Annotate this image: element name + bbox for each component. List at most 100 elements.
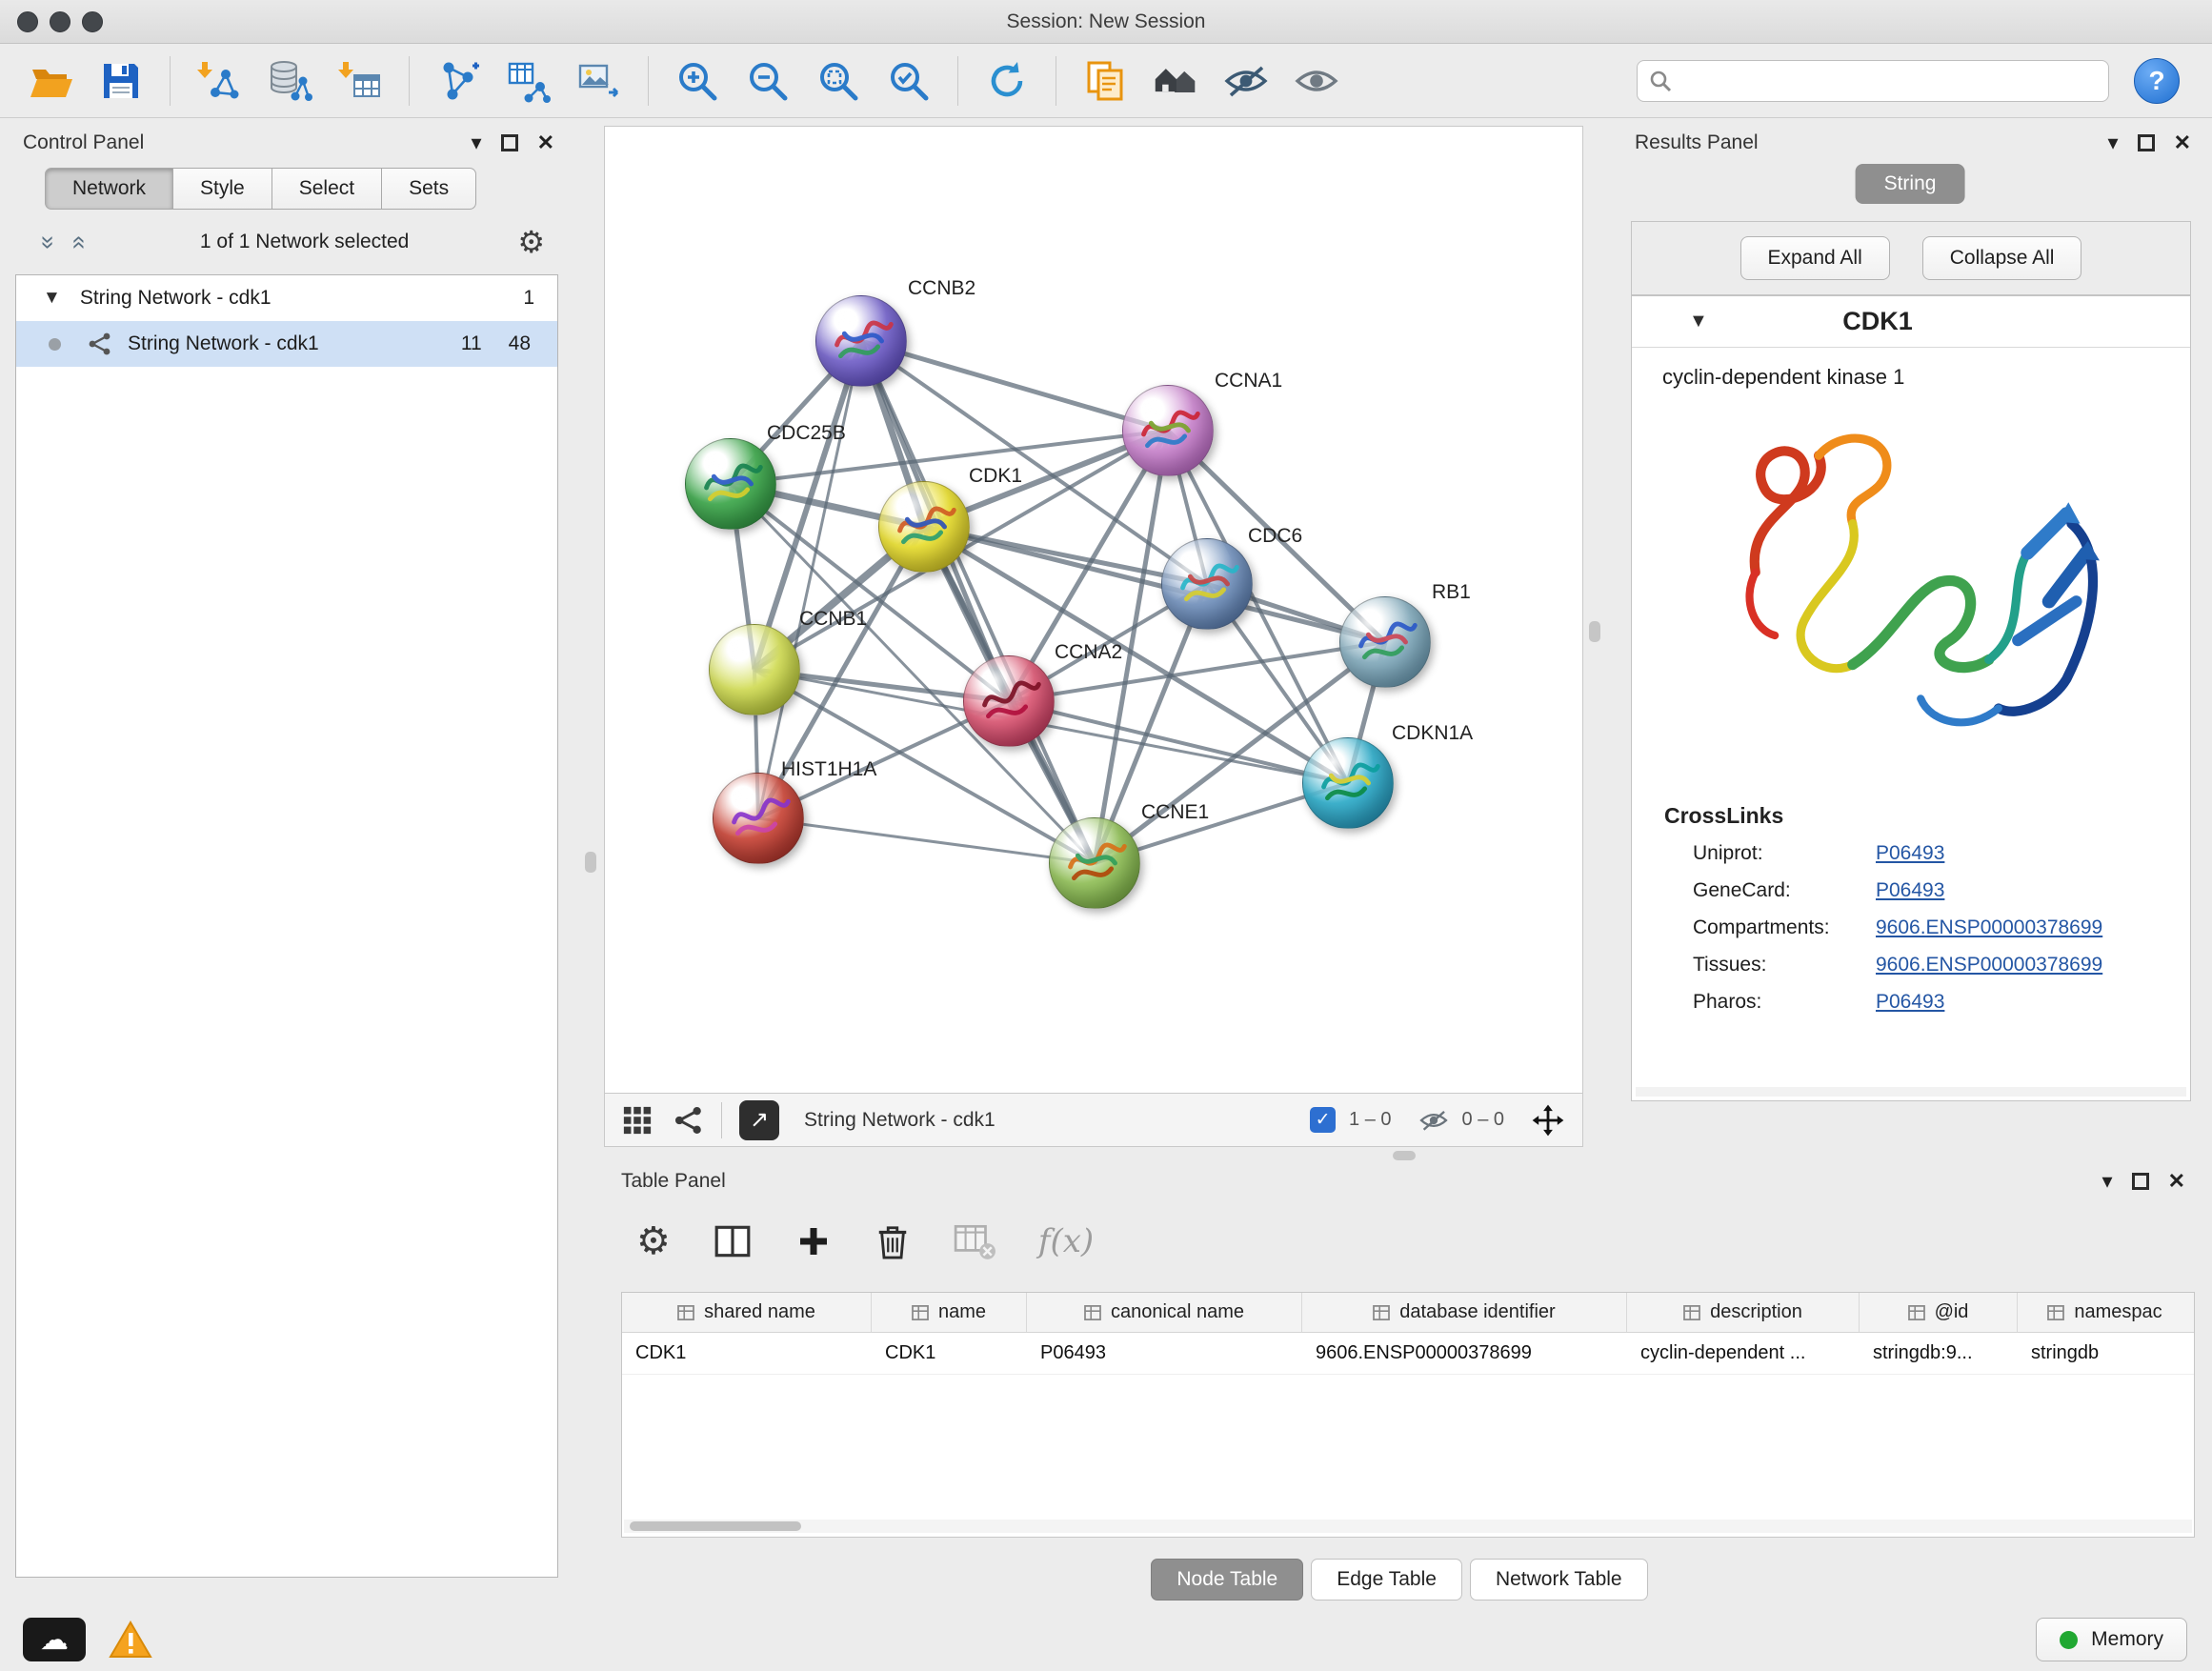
crosslink-uniprot-link[interactable]: P06493: [1876, 842, 1944, 865]
tab-node-table[interactable]: Node Table: [1151, 1559, 1303, 1601]
panel-close-icon[interactable]: ✕: [537, 132, 554, 153]
column-header[interactable]: @id: [1860, 1293, 2018, 1332]
warnings-button[interactable]: [103, 1618, 158, 1661]
copy-document-button[interactable]: [1076, 51, 1135, 111]
panel-close-icon[interactable]: ✕: [2168, 1171, 2185, 1192]
network-node-ccna2[interactable]: [963, 655, 1055, 747]
panel-close-icon[interactable]: ✕: [2174, 132, 2191, 153]
column-header[interactable]: namespac: [2018, 1293, 2192, 1332]
panel-float-icon[interactable]: [2138, 134, 2155, 151]
show-all-button[interactable]: [1287, 51, 1346, 111]
tab-sets[interactable]: Sets: [381, 168, 476, 210]
cloud-button[interactable]: ☁: [23, 1618, 86, 1661]
home-button[interactable]: [1146, 51, 1205, 111]
crosslink-genecard-link[interactable]: P06493: [1876, 879, 1944, 902]
network-from-table-button[interactable]: [499, 51, 558, 111]
network-node-ccna1[interactable]: [1122, 385, 1214, 476]
help-button[interactable]: ?: [2134, 58, 2180, 104]
delete-row-button[interactable]: [875, 1221, 911, 1261]
pan-move-icon[interactable]: [1531, 1103, 1565, 1137]
search-input[interactable]: [1637, 60, 2109, 102]
function-builder-button[interactable]: f(x): [1038, 1222, 1094, 1260]
splitter-handle[interactable]: [1589, 621, 1600, 642]
panel-minimize-icon[interactable]: ▾: [2108, 132, 2119, 153]
tab-style[interactable]: Style: [172, 168, 272, 210]
refresh-view-button[interactable]: [977, 51, 1036, 111]
panel-float-icon[interactable]: [2132, 1173, 2149, 1190]
network-from-image-button[interactable]: [570, 51, 629, 111]
network-icon: [88, 332, 112, 356]
crosslink-pharos-link[interactable]: P06493: [1876, 991, 1944, 1014]
tab-network-table[interactable]: Network Table: [1470, 1559, 1648, 1601]
table-cell[interactable]: cyclin-dependent ...: [1627, 1333, 1860, 1374]
panel-float-icon[interactable]: [501, 134, 518, 151]
zoom-in-button[interactable]: [668, 51, 727, 111]
scrollbar-thumb[interactable]: [630, 1521, 801, 1531]
network-node-hist1h1a[interactable]: [713, 773, 804, 864]
hidden-eye-slash-icon[interactable]: [1418, 1108, 1449, 1133]
column-header[interactable]: database identifier: [1302, 1293, 1627, 1332]
column-header[interactable]: name: [872, 1293, 1027, 1332]
add-row-button[interactable]: [794, 1222, 833, 1260]
column-header[interactable]: shared name: [622, 1293, 872, 1332]
tab-network[interactable]: Network: [45, 168, 173, 210]
delete-table-button[interactable]: [953, 1221, 996, 1261]
zoom-fit-content-button[interactable]: [809, 51, 868, 111]
network-view-button[interactable]: [674, 1105, 704, 1136]
import-network-file-button[interactable]: [190, 51, 249, 111]
table-cell[interactable]: stringdb:9...: [1860, 1333, 2018, 1374]
network-node-rb1[interactable]: [1339, 596, 1431, 688]
zoom-selected-button[interactable]: [879, 51, 938, 111]
table-cell[interactable]: stringdb: [2018, 1333, 2192, 1374]
network-node-ccnb1[interactable]: [709, 624, 800, 715]
panel-minimize-icon[interactable]: ▾: [472, 132, 482, 153]
grid-view-button[interactable]: [622, 1105, 653, 1136]
import-table-file-button[interactable]: [331, 51, 390, 111]
network-node-cdc6[interactable]: [1161, 538, 1253, 630]
collapse-all-networks-icon[interactable]: »: [34, 228, 64, 256]
network-options-gear-icon[interactable]: ⚙: [517, 224, 545, 260]
panel-minimize-icon[interactable]: ▾: [2102, 1171, 2113, 1192]
new-network-button[interactable]: [429, 51, 488, 111]
collapse-all-button[interactable]: Collapse All: [1922, 236, 2082, 280]
network-view-canvas[interactable]: CCNB2CCNA1CDC25BCDK1CDC6RB1CCNB1CCNA2CDK…: [604, 126, 1583, 1094]
network-row[interactable]: String Network - cdk1 11 48: [16, 321, 557, 367]
memory-button[interactable]: Memory: [2036, 1618, 2187, 1661]
expand-all-button[interactable]: Expand All: [1740, 236, 1890, 280]
table-horizontal-scrollbar[interactable]: [624, 1520, 2192, 1533]
table-cell[interactable]: CDK1: [872, 1333, 1027, 1374]
show-columns-button[interactable]: [713, 1221, 753, 1261]
disclosure-triangle-icon[interactable]: ▼: [43, 288, 61, 309]
table-options-gear-icon[interactable]: ⚙: [636, 1219, 671, 1263]
table-cell[interactable]: 9606.ENSP00000378699: [1302, 1333, 1627, 1374]
table-cell[interactable]: CDK1: [622, 1333, 872, 1374]
tab-select[interactable]: Select: [271, 168, 382, 210]
selected-checkbox-icon[interactable]: ✓: [1310, 1107, 1336, 1133]
tab-string[interactable]: String: [1856, 164, 1965, 204]
network-collection-row[interactable]: ▼ String Network - cdk1 1: [16, 275, 557, 321]
import-network-database-button[interactable]: [260, 51, 319, 111]
open-session-button[interactable]: [21, 51, 80, 111]
network-node-ccne1[interactable]: [1049, 817, 1140, 909]
network-node-label: CCNA2: [1055, 641, 1122, 664]
crosslink-compartments-link[interactable]: 9606.ENSP00000378699: [1876, 916, 2102, 939]
crosslink-tissues-link[interactable]: 9606.ENSP00000378699: [1876, 954, 2102, 976]
table-cell[interactable]: P06493: [1027, 1333, 1302, 1374]
column-header[interactable]: canonical name: [1027, 1293, 1302, 1332]
save-session-button[interactable]: [91, 51, 151, 111]
results-scrollbar[interactable]: [1636, 1087, 2186, 1097]
tab-edge-table[interactable]: Edge Table: [1311, 1559, 1462, 1601]
export-view-button[interactable]: ↗: [739, 1100, 779, 1140]
network-node-ccnb2[interactable]: [815, 295, 907, 387]
network-node-cdkn1a[interactable]: [1302, 737, 1394, 829]
table-row[interactable]: CDK1 CDK1 P06493 9606.ENSP00000378699 cy…: [622, 1333, 2194, 1375]
network-node-cdk1[interactable]: [878, 481, 970, 573]
hide-selected-button[interactable]: [1217, 51, 1276, 111]
expand-all-networks-icon[interactable]: »: [63, 228, 92, 256]
network-node-cdc25b[interactable]: [685, 438, 776, 530]
splitter-handle[interactable]: [585, 852, 596, 873]
protein-disclosure-triangle[interactable]: ▼: [1689, 311, 1708, 332]
column-header[interactable]: description: [1627, 1293, 1860, 1332]
zoom-out-button[interactable]: [738, 51, 797, 111]
splitter-handle[interactable]: [1393, 1151, 1416, 1160]
